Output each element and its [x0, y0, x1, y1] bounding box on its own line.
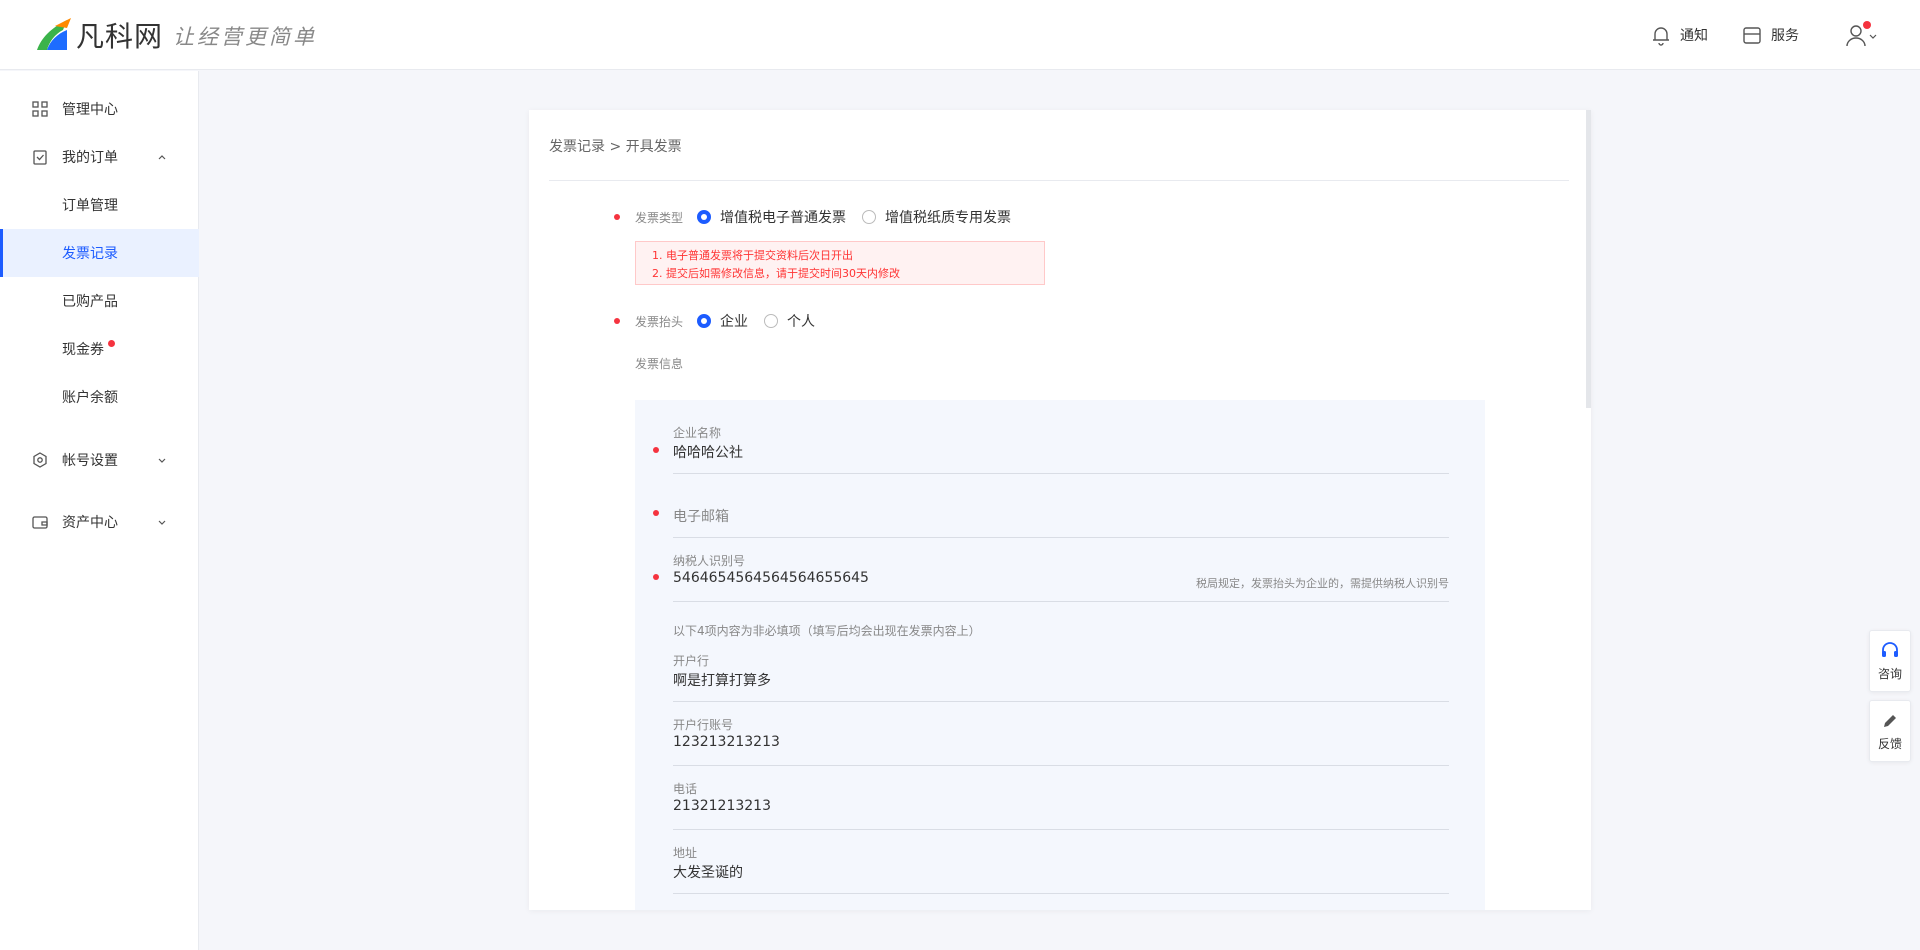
- radio-circle: [764, 314, 778, 328]
- chevron-up-icon: [158, 155, 166, 160]
- radio-enterprise[interactable]: 企业: [697, 311, 748, 331]
- notice-line: 2. 提交后如需修改信息，请于提交时间30天内修改: [652, 267, 900, 280]
- sidebar: 管理中心 我的订单 订单管理 发票记录 已购产品 现金券 账户余额 帐号设置 资…: [0, 71, 199, 950]
- field-value: 21321213213: [673, 798, 771, 814]
- fanke-logo-icon[interactable]: [33, 16, 73, 52]
- grid-icon: [32, 101, 48, 117]
- required-marker: [653, 574, 659, 580]
- sidebar-item-account-settings[interactable]: 帐号设置: [0, 436, 199, 484]
- radio-label: 企业: [720, 314, 748, 330]
- address-field[interactable]: 地址 大发圣诞的: [673, 844, 1449, 894]
- sidebar-item-purchased-products[interactable]: 已购产品: [0, 277, 199, 325]
- sidebar-item-cash-coupons[interactable]: 现金券: [0, 325, 199, 373]
- service-label: 服务: [1771, 28, 1799, 44]
- sidebar-item-order-management[interactable]: 订单管理: [0, 181, 199, 229]
- radio-circle: [862, 210, 876, 224]
- breadcrumb-divider: [549, 180, 1569, 181]
- field-label: 纳税人识别号: [673, 554, 746, 568]
- sidebar-item-account-balance[interactable]: 账户余额: [0, 373, 199, 421]
- radio-label: 增值税纸质专用发票: [885, 210, 1011, 226]
- invoice-title-label: 发票抬头: [635, 315, 684, 329]
- wallet-icon: [32, 516, 48, 529]
- field-value: 5464654564564564655645: [673, 570, 869, 586]
- brand-name[interactable]: 凡科网: [76, 15, 163, 55]
- sidebar-item-label: 已购产品: [62, 294, 118, 310]
- coupon-badge-dot: [108, 340, 115, 347]
- headset-icon: [1882, 642, 1898, 657]
- clipboard-check-icon: [33, 150, 47, 165]
- bank-account-field[interactable]: 开户行账号 123213213213: [673, 716, 1449, 766]
- sidebar-item-label: 资产中心: [62, 515, 118, 531]
- notify-label: 通知: [1680, 28, 1708, 44]
- field-label: 开户行账号: [673, 718, 734, 732]
- field-value: 哈哈哈公社: [673, 445, 743, 461]
- invoice-type-label: 发票类型: [635, 211, 684, 225]
- field-placeholder: 电子邮箱: [673, 509, 729, 525]
- radio-circle-checked: [697, 210, 711, 224]
- gear-icon: [33, 452, 47, 468]
- optional-fields-note: 以下4项内容为非必填项（填写后均会出现在发票内容上）: [673, 624, 981, 638]
- store-icon: [1743, 27, 1761, 44]
- radio-label: 个人: [787, 314, 815, 330]
- sidebar-item-label: 现金券: [62, 342, 104, 358]
- required-marker: [653, 447, 659, 453]
- breadcrumb[interactable]: 发票记录 > 开具发票: [549, 136, 682, 156]
- field-value: 123213213213: [673, 734, 780, 750]
- service-button[interactable]: 服务: [1741, 22, 1799, 48]
- sidebar-item-label: 账户余额: [62, 390, 118, 406]
- sidebar-item-management-center[interactable]: 管理中心: [0, 85, 199, 133]
- user-notification-dot: [1863, 21, 1871, 29]
- bank-field[interactable]: 开户行 啊是打算打算多: [673, 652, 1449, 702]
- invoice-info-panel: 企业名称 哈哈哈公社 电子邮箱 纳税人识别号 54646545645645646…: [635, 400, 1485, 910]
- phone-field[interactable]: 电话 21321213213: [673, 780, 1449, 830]
- field-label: 地址: [673, 846, 698, 860]
- sidebar-item-label: 订单管理: [62, 198, 118, 214]
- tax-id-field[interactable]: 纳税人识别号 5464654564564564655645 税局规定，发票抬头为…: [673, 552, 1449, 602]
- field-value: 啊是打算打算多: [673, 673, 771, 689]
- required-marker: [614, 214, 620, 220]
- company-name-field[interactable]: 企业名称 哈哈哈公社: [673, 424, 1449, 474]
- field-label: 企业名称: [673, 426, 722, 440]
- feedback-label: 反馈: [1877, 737, 1902, 751]
- radio-individual[interactable]: 个人: [764, 311, 815, 331]
- radio-vat-electronic[interactable]: 增值税电子普通发票: [697, 207, 846, 227]
- tax-id-hint: 税局规定，发票抬头为企业的，需提供纳税人识别号: [1196, 577, 1449, 590]
- field-value: 大发圣诞的: [673, 865, 743, 881]
- field-label: 电话: [673, 782, 698, 796]
- sidebar-item-label: 帐号设置: [62, 453, 118, 469]
- chevron-down-icon: [158, 458, 166, 463]
- invoice-notice: 1. 电子普通发票将于提交资料后次日开出 2. 提交后如需修改信息，请于提交时间…: [635, 241, 1045, 285]
- pencil-icon: [1884, 715, 1896, 727]
- top-header: 凡科网 让经营更简单 通知 服务: [0, 0, 1920, 70]
- sidebar-item-invoice-records[interactable]: 发票记录: [0, 229, 199, 277]
- radio-vat-paper-special[interactable]: 增值税纸质专用发票: [862, 207, 1011, 227]
- notify-button[interactable]: 通知: [1650, 22, 1708, 48]
- brand-slogan: 让经营更简单: [173, 25, 317, 49]
- consult-label: 咨询: [1877, 667, 1902, 681]
- scrollbar-thumb[interactable]: [1586, 110, 1591, 408]
- notice-line: 1. 电子普通发票将于提交资料后次日开出: [652, 249, 853, 262]
- feedback-button[interactable]: 反馈: [1869, 700, 1911, 762]
- field-label: 开户行: [673, 654, 710, 668]
- email-field[interactable]: 电子邮箱: [673, 488, 1449, 538]
- consult-button[interactable]: 咨询: [1869, 630, 1911, 692]
- sidebar-item-label: 管理中心: [62, 102, 118, 118]
- required-marker: [653, 510, 659, 516]
- chevron-down-icon: [158, 520, 166, 525]
- sidebar-item-asset-center[interactable]: 资产中心: [0, 498, 199, 546]
- invoice-info-label: 发票信息: [635, 357, 684, 371]
- radio-circle-checked: [697, 314, 711, 328]
- required-marker: [614, 318, 620, 324]
- user-menu-button[interactable]: [1843, 21, 1883, 49]
- bell-icon: [1653, 27, 1669, 46]
- sidebar-item-label: 我的订单: [62, 150, 118, 166]
- sidebar-item-label: 发票记录: [62, 246, 118, 262]
- sidebar-item-my-orders[interactable]: 我的订单: [0, 133, 199, 181]
- invoice-form-card: 发票记录 > 开具发票 发票类型 增值税电子普通发票 增值税纸质专用发票 1. …: [529, 110, 1591, 910]
- radio-label: 增值税电子普通发票: [720, 210, 846, 226]
